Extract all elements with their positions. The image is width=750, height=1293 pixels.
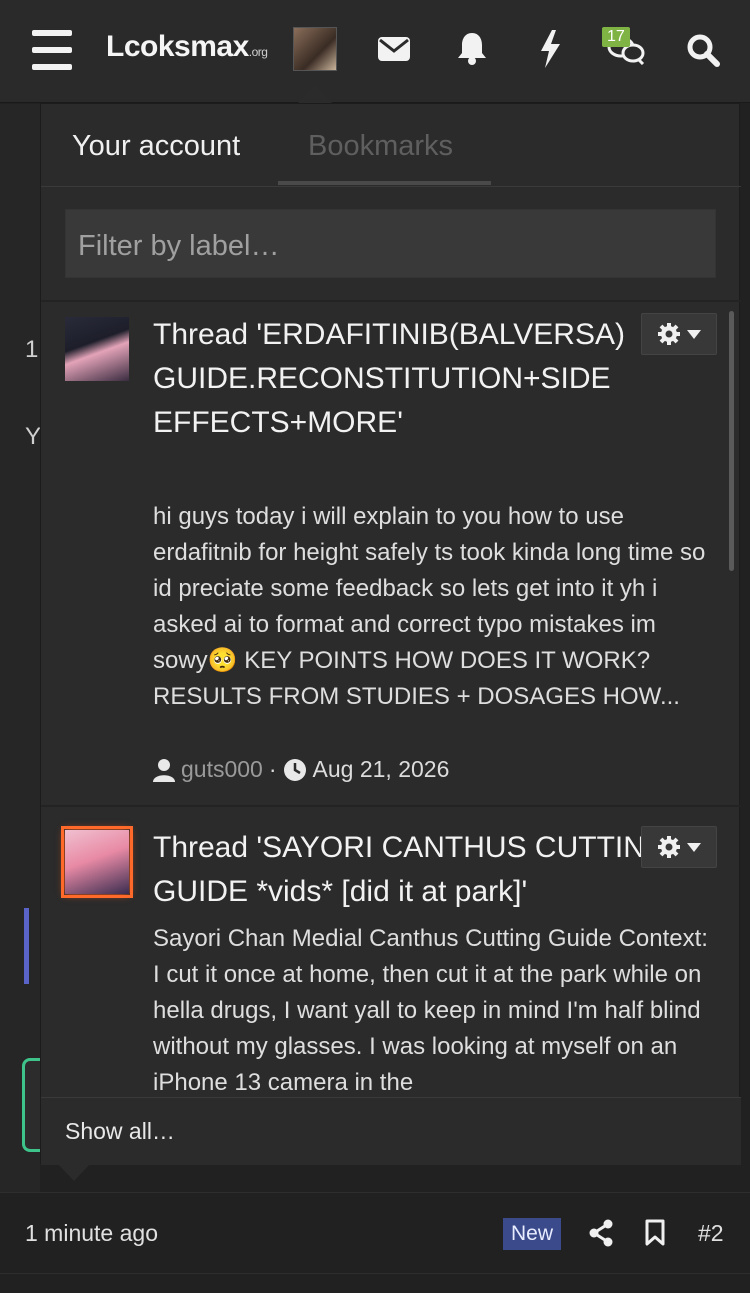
avatar[interactable] [61,826,133,898]
bookmark-item[interactable]: Thread 'ERDAFITINIB(BALVERSA) GUIDE.RECO… [41,302,741,805]
bookmark-author[interactable]: guts000 [181,756,263,783]
bookmark-title[interactable]: Thread 'ERDAFITINIB(BALVERSA) GUIDE.RECO… [153,313,693,445]
logo-text: Lcoksmax [106,30,249,63]
meta-separator: · [268,756,277,782]
site-logo[interactable]: Lcoksmax.org [106,30,268,64]
popup-tail [57,1163,91,1181]
new-badge: New [503,1218,562,1250]
top-nav: Lcoksmax.org 17 [0,0,750,103]
tab-bookmarks[interactable]: Bookmarks [308,130,453,163]
active-tab-indicator [278,181,491,185]
bell-icon[interactable] [456,30,488,66]
search-icon[interactable] [685,32,721,68]
filter-input[interactable]: Filter by label… [65,209,716,278]
background-letter: Y [25,423,42,450]
background-page [0,104,40,1194]
scrollbar[interactable] [729,311,734,571]
bookmark-title[interactable]: Thread 'SAYORI CANTHUS CUTTING GUIDE *vi… [153,826,713,914]
gear-icon [658,323,680,345]
account-popup: Your account Bookmarks Filter by label… … [40,103,741,1165]
popup-tabs: Your account Bookmarks [41,104,741,187]
logo-domain: .org [248,45,268,59]
chevron-down-icon [687,842,701,852]
envelope-icon[interactable] [376,34,412,64]
chevron-down-icon [687,329,701,339]
background-avatar-frame [22,1058,42,1152]
bookmark-options-button[interactable] [641,826,717,868]
bookmark-options-button[interactable] [641,313,717,355]
bookmark-meta: guts000 · Aug 21, 2026 [153,756,449,783]
account-avatar[interactable] [293,27,337,71]
clock-icon [283,758,306,781]
background-accent-bar [24,908,29,984]
bolt-icon[interactable] [537,30,563,68]
post-number[interactable]: #2 [698,1220,724,1247]
post-footer: 1 minute ago New #2 [0,1192,750,1274]
bookmark-snippet: hi guys today i will explain to you how … [153,503,706,710]
avatar[interactable] [65,317,129,381]
show-all-link[interactable]: Show all… [41,1097,741,1165]
bookmark-snippet: Sayori Chan Medial Canthus Cutting Guide… [153,925,708,1096]
user-icon [153,758,175,782]
share-icon[interactable] [589,1219,613,1247]
popup-pointer [298,85,332,103]
tab-your-account[interactable]: Your account [72,130,240,163]
post-time[interactable]: 1 minute ago [25,1220,158,1247]
menu-icon[interactable] [30,30,74,70]
background-number: 1 [25,336,39,363]
bookmark-item[interactable]: Thread 'SAYORI CANTHUS CUTTING GUIDE *vi… [41,807,741,1097]
bookmark-icon[interactable] [645,1219,665,1246]
conversations-badge: 17 [602,27,630,47]
bookmark-date: Aug 21, 2026 [312,756,450,782]
gear-icon [658,836,680,858]
